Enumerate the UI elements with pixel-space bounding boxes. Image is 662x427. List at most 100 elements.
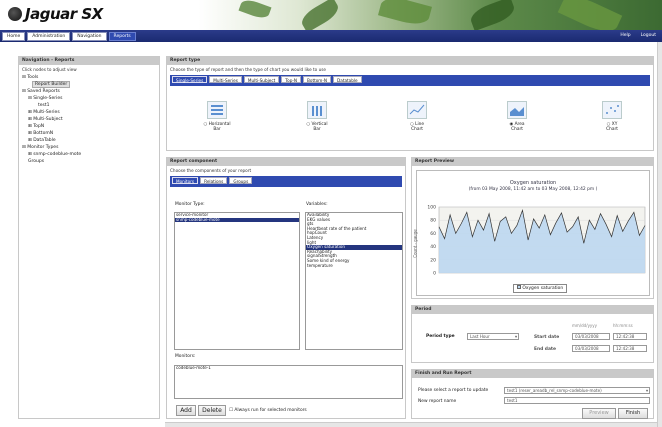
y-tick-label: 20: [430, 257, 436, 263]
jaguar-logo-icon: [8, 7, 22, 21]
tree-node-test1[interactable]: test1: [22, 102, 159, 109]
chart-type-vertical-bar[interactable]: ○ Vertical Bar: [292, 101, 342, 132]
variables-label: Variables:: [306, 202, 328, 207]
new-report-name-label: New report name: [418, 399, 457, 404]
tree-node-single-series[interactable]: ⊟ Single-Series: [22, 95, 159, 102]
period-type-select[interactable]: Last Hour ▾: [467, 333, 519, 340]
tree-node-groups[interactable]: Groups: [22, 158, 159, 165]
monitor-entry[interactable]: codeblue-mote-1: [175, 366, 402, 371]
nav-tab-navigation[interactable]: Navigation: [72, 31, 107, 41]
navigation-panel-title: Navigation - Reports: [19, 57, 159, 65]
tab-top-n[interactable]: Top-N: [281, 76, 302, 83]
vertical-bar-chart-icon: [307, 101, 327, 119]
nav-tab-home[interactable]: Home: [2, 31, 26, 41]
tree-node-topn[interactable]: ⊞ TopN: [22, 123, 159, 130]
line-chart-icon: [407, 101, 427, 119]
end-date-input[interactable]: 03/03/2008: [572, 345, 610, 352]
legend-label: Oxygen saturation: [522, 286, 564, 291]
y-tick-label: 0: [433, 271, 436, 277]
tab-single-series[interactable]: Single-Series: [172, 76, 208, 83]
horizontal-bar-chart-icon: [207, 101, 227, 119]
date-format-label: mm/dd/yyyy: [572, 323, 598, 328]
tree-node-saved-reports[interactable]: ⊟ Saved Reports: [22, 88, 159, 95]
y-tick-label: 100: [427, 205, 436, 211]
navigation-tree: ⊟ Tools Report Builder ⊟ Saved Reports ⊟…: [19, 74, 159, 165]
component-tabs: Monitors Relations Groups: [170, 176, 402, 187]
preview-chart-frame: Oxygen saturation (from 03 May 2008, 11:…: [413, 170, 650, 296]
app-header: Jaguar SX: [0, 0, 662, 30]
new-report-name-input[interactable]: test1: [504, 397, 650, 404]
variable-option[interactable]: temperature: [306, 263, 402, 269]
help-link[interactable]: Help: [616, 32, 634, 41]
xy-chart-icon: [602, 101, 622, 119]
y-tick-label: 60: [430, 231, 436, 237]
tab-multi-subject[interactable]: Multi-Subject: [243, 76, 280, 83]
period-panel: Period mm/dd/yyyy hh:mm:ss Period type L…: [411, 305, 654, 363]
horizontal-scrollbar[interactable]: [165, 422, 657, 427]
tree-node-multi-subject[interactable]: ⊞ Multi-Subject: [22, 116, 159, 123]
add-button[interactable]: Add: [176, 405, 196, 416]
chart-type-horizontal-bar[interactable]: ○ Horizontal Bar: [192, 101, 242, 132]
tab-multi-series[interactable]: Multi-Series: [209, 76, 242, 83]
report-component-hint: Choose the components of your report: [170, 168, 252, 173]
variables-list[interactable]: Availability EKG values gts Heartbeat ra…: [305, 212, 403, 350]
monitors-list[interactable]: codeblue-mote-1: [174, 365, 403, 399]
tab-relations[interactable]: Relations: [200, 177, 228, 184]
preview-button[interactable]: Preview: [582, 408, 616, 419]
tree-node-snmp-codeblue-mote[interactable]: ⊞ snmp-codeblue-mote: [22, 151, 159, 158]
finish-title: Finish and Run Report: [412, 370, 653, 378]
monitor-type-label: Monitor Type:: [175, 202, 205, 207]
vertical-scrollbar[interactable]: [657, 42, 662, 427]
legend-swatch: [517, 285, 521, 289]
monitors-label: Monitors:: [175, 354, 196, 359]
tab-bottom-n[interactable]: Bottom-N: [303, 76, 332, 83]
chart-type-line[interactable]: ○ Line Chart: [392, 101, 442, 132]
top-nav: Home Administration Navigation Reports H…: [0, 30, 662, 42]
tree-node-monitor-types[interactable]: ⊟ Monitor Types: [22, 144, 159, 151]
tree-node-multi-series[interactable]: ⊞ Multi-Series: [22, 109, 159, 116]
tab-datatable[interactable]: Datatable: [333, 76, 362, 83]
navigation-panel: Navigation - Reports Click nodes to adju…: [18, 56, 160, 419]
report-type-tabs: Single-Series Multi-Series Multi-Subject…: [170, 75, 650, 86]
finish-panel: Finish and Run Report Please select a re…: [411, 369, 654, 419]
monitor-type-list[interactable]: service-monitor snmp-codeblue-mote: [174, 212, 300, 350]
chevron-down-icon[interactable]: ▾: [515, 334, 517, 339]
end-date-label: End date: [534, 347, 556, 352]
report-select[interactable]: test1 (reser_areadb_rel_snmp-codeblue-mo…: [504, 387, 650, 394]
chart-type-xy[interactable]: ○ XY Chart: [587, 101, 637, 132]
navigation-hint: Click nodes to adjust view: [22, 67, 77, 72]
report-preview-panel: Report Preview Oxygen saturation (from 0…: [411, 157, 654, 299]
start-date-label: Start date: [534, 335, 560, 340]
start-date-input[interactable]: 03/03/2008: [572, 333, 610, 340]
area-chart: 0 20 40 60 80 100: [427, 205, 646, 277]
checkbox-icon[interactable]: ☐: [229, 408, 233, 413]
chart-type-area[interactable]: ◉ Area Chart: [492, 101, 542, 132]
select-report-label: Please select a report to update: [418, 388, 489, 393]
report-preview-title: Report Preview: [412, 158, 653, 166]
logout-link[interactable]: Logout: [637, 32, 660, 41]
tree-node-datatable[interactable]: ⊞ DataTable: [22, 137, 159, 144]
end-time-input[interactable]: 12:42:38: [613, 345, 647, 352]
always-run-checkbox[interactable]: ☐ Always run for selected monitors: [229, 408, 307, 413]
report-type-hint: Choose the type of report and then the t…: [170, 67, 326, 72]
area-chart-icon: [507, 101, 527, 119]
report-type-title: Report type: [167, 57, 653, 65]
finish-button[interactable]: Finish: [618, 408, 648, 419]
chevron-down-icon[interactable]: ▾: [646, 388, 648, 393]
tree-node-tools[interactable]: ⊟ Tools: [22, 74, 159, 81]
monitor-type-option[interactable]: snmp-codeblue-mote: [175, 217, 299, 223]
y-tick-label: 40: [430, 244, 436, 250]
y-tick-label: 80: [430, 218, 436, 224]
nav-tab-reports[interactable]: Reports: [108, 31, 136, 41]
start-time-input[interactable]: 12:42:38: [613, 333, 647, 340]
nav-tab-administration[interactable]: Administration: [27, 31, 71, 41]
app-title: Jaguar SX: [25, 5, 103, 23]
tab-groups[interactable]: Groups: [229, 177, 253, 184]
delete-button[interactable]: Delete: [198, 405, 226, 416]
time-format-label: hh:mm:ss: [613, 323, 633, 328]
tab-monitors[interactable]: Monitors: [172, 177, 199, 184]
period-type-label: Period type: [426, 334, 455, 339]
tree-node-bottomn[interactable]: ⊞ BottomN: [22, 130, 159, 137]
tree-node-report-builder[interactable]: Report Builder: [22, 81, 159, 88]
period-title: Period: [412, 306, 653, 314]
